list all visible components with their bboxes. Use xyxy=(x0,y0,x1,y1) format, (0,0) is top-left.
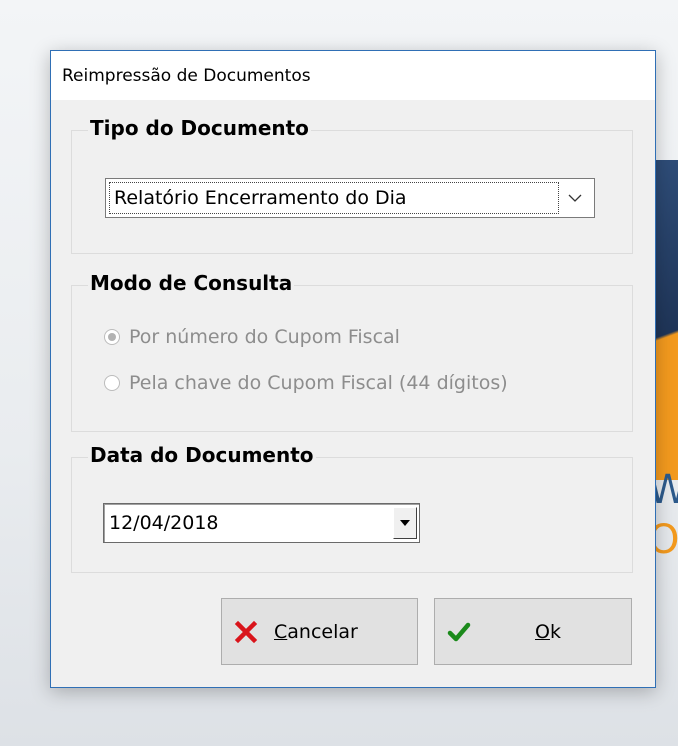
radio-label-coupon-key: Pela chave do Cupom Fiscal (44 dígitos) xyxy=(129,372,508,394)
query-mode-group: Modo de Consulta Por número do Cupom Fis… xyxy=(71,271,633,432)
query-mode-label: Modo de Consulta xyxy=(88,271,295,295)
dialog-titlebar[interactable]: Reimpressão de Documentos xyxy=(51,51,655,100)
radio-option-coupon-number[interactable]: Por número do Cupom Fiscal xyxy=(104,326,400,348)
ok-button-label: Ok xyxy=(535,620,561,643)
document-date-value: 12/04/2018 xyxy=(109,512,219,534)
radio-option-coupon-key[interactable]: Pela chave do Cupom Fiscal (44 dígitos) xyxy=(104,372,508,394)
triangle-down-icon xyxy=(400,520,410,526)
chevron-down-icon[interactable] xyxy=(558,179,592,217)
cancel-button-label: Cancelar xyxy=(274,620,358,643)
document-type-label: Tipo do Documento xyxy=(88,116,311,140)
dialog-title: Reimpressão de Documentos xyxy=(62,65,311,86)
cancel-button[interactable]: Cancelar xyxy=(221,598,418,665)
radio-button-unchecked[interactable] xyxy=(104,375,120,391)
document-date-label: Data do Documento xyxy=(88,443,316,467)
radio-button-checked[interactable] xyxy=(104,329,120,345)
radio-label-coupon-number: Por número do Cupom Fiscal xyxy=(129,326,400,348)
reprint-dialog: Reimpressão de Documentos Tipo do Docume… xyxy=(50,50,656,688)
document-type-group: Tipo do Documento Relatório Encerramento… xyxy=(71,116,633,254)
document-date-group: Data do Documento 12/04/2018 xyxy=(71,443,633,573)
document-date-picker[interactable]: 12/04/2018 xyxy=(103,503,420,543)
ok-button[interactable]: Ok xyxy=(434,598,632,665)
document-type-value: Relatório Encerramento do Dia xyxy=(109,182,559,214)
x-icon xyxy=(234,620,258,644)
document-type-select[interactable]: Relatório Encerramento do Dia xyxy=(105,178,595,218)
check-icon xyxy=(447,620,471,644)
date-dropdown-button[interactable] xyxy=(393,507,417,539)
